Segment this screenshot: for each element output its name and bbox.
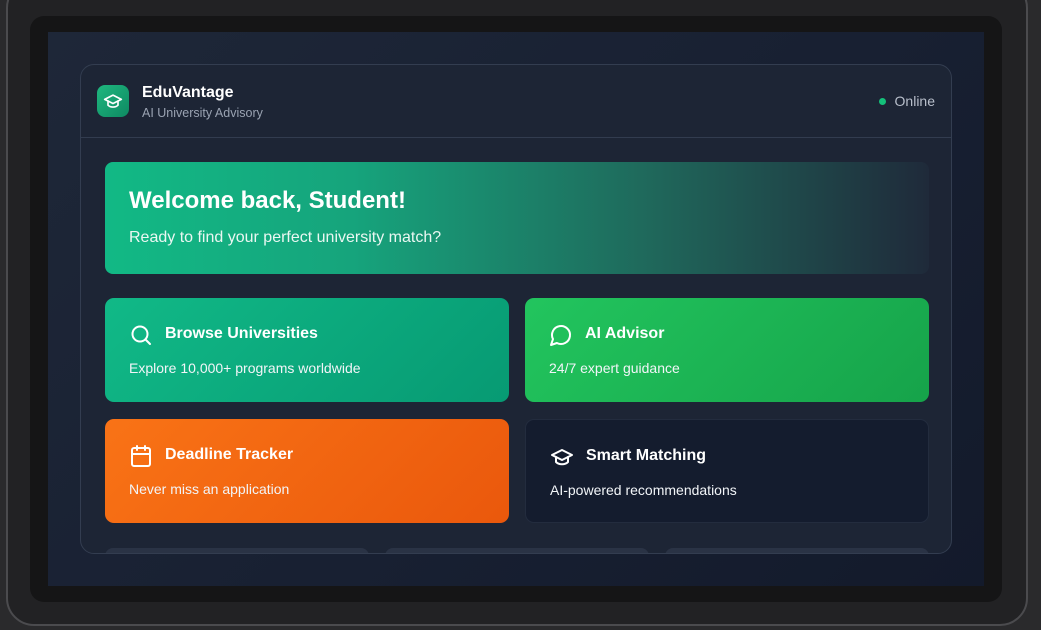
card-title: Deadline Tracker <box>165 446 294 463</box>
app-name: EduVantage <box>142 84 234 101</box>
card-title: AI Advisor <box>585 325 665 342</box>
browse-universities-card[interactable]: Browse Universities Explore 10,000+ prog… <box>105 298 509 402</box>
app-window: EduVantage AI University Advisory Online… <box>80 64 952 554</box>
calendar-icon <box>131 445 151 467</box>
chat-bubble-icon <box>550 325 571 346</box>
stat-card <box>665 548 929 553</box>
deadline-tracker-card[interactable]: Deadline Tracker Never miss an applicati… <box>105 419 509 523</box>
card-description: Explore 10,000+ programs worldwide <box>129 360 361 376</box>
app-logo <box>97 85 129 117</box>
card-description: Never miss an application <box>129 481 290 497</box>
status-dot <box>878 97 886 105</box>
welcome-banner: Welcome back, Student! Ready to find you… <box>105 162 929 274</box>
graduation-cap-icon <box>103 94 123 108</box>
smart-matching-card[interactable]: Smart Matching AI-powered recommendation… <box>525 419 929 523</box>
search-icon <box>131 325 151 345</box>
status-label: Online <box>894 93 935 109</box>
stat-card <box>105 548 369 553</box>
app-subtitle: AI University Advisory <box>142 106 263 120</box>
status-indicator: Online <box>878 93 935 109</box>
card-description: 24/7 expert guidance <box>549 360 680 376</box>
card-title: Browse Universities <box>165 325 318 342</box>
graduation-cap-icon <box>551 449 573 466</box>
stat-card <box>385 548 649 553</box>
ai-advisor-card[interactable]: AI Advisor 24/7 expert guidance <box>525 298 929 402</box>
welcome-subtitle: Ready to find your perfect university ma… <box>129 229 442 246</box>
card-description: AI-powered recommendations <box>550 482 737 498</box>
welcome-title: Welcome back, Student! <box>129 187 406 214</box>
card-title: Smart Matching <box>586 447 707 464</box>
screen: EduVantage AI University Advisory Online… <box>48 32 984 586</box>
app-header: EduVantage AI University Advisory Online <box>81 65 951 138</box>
